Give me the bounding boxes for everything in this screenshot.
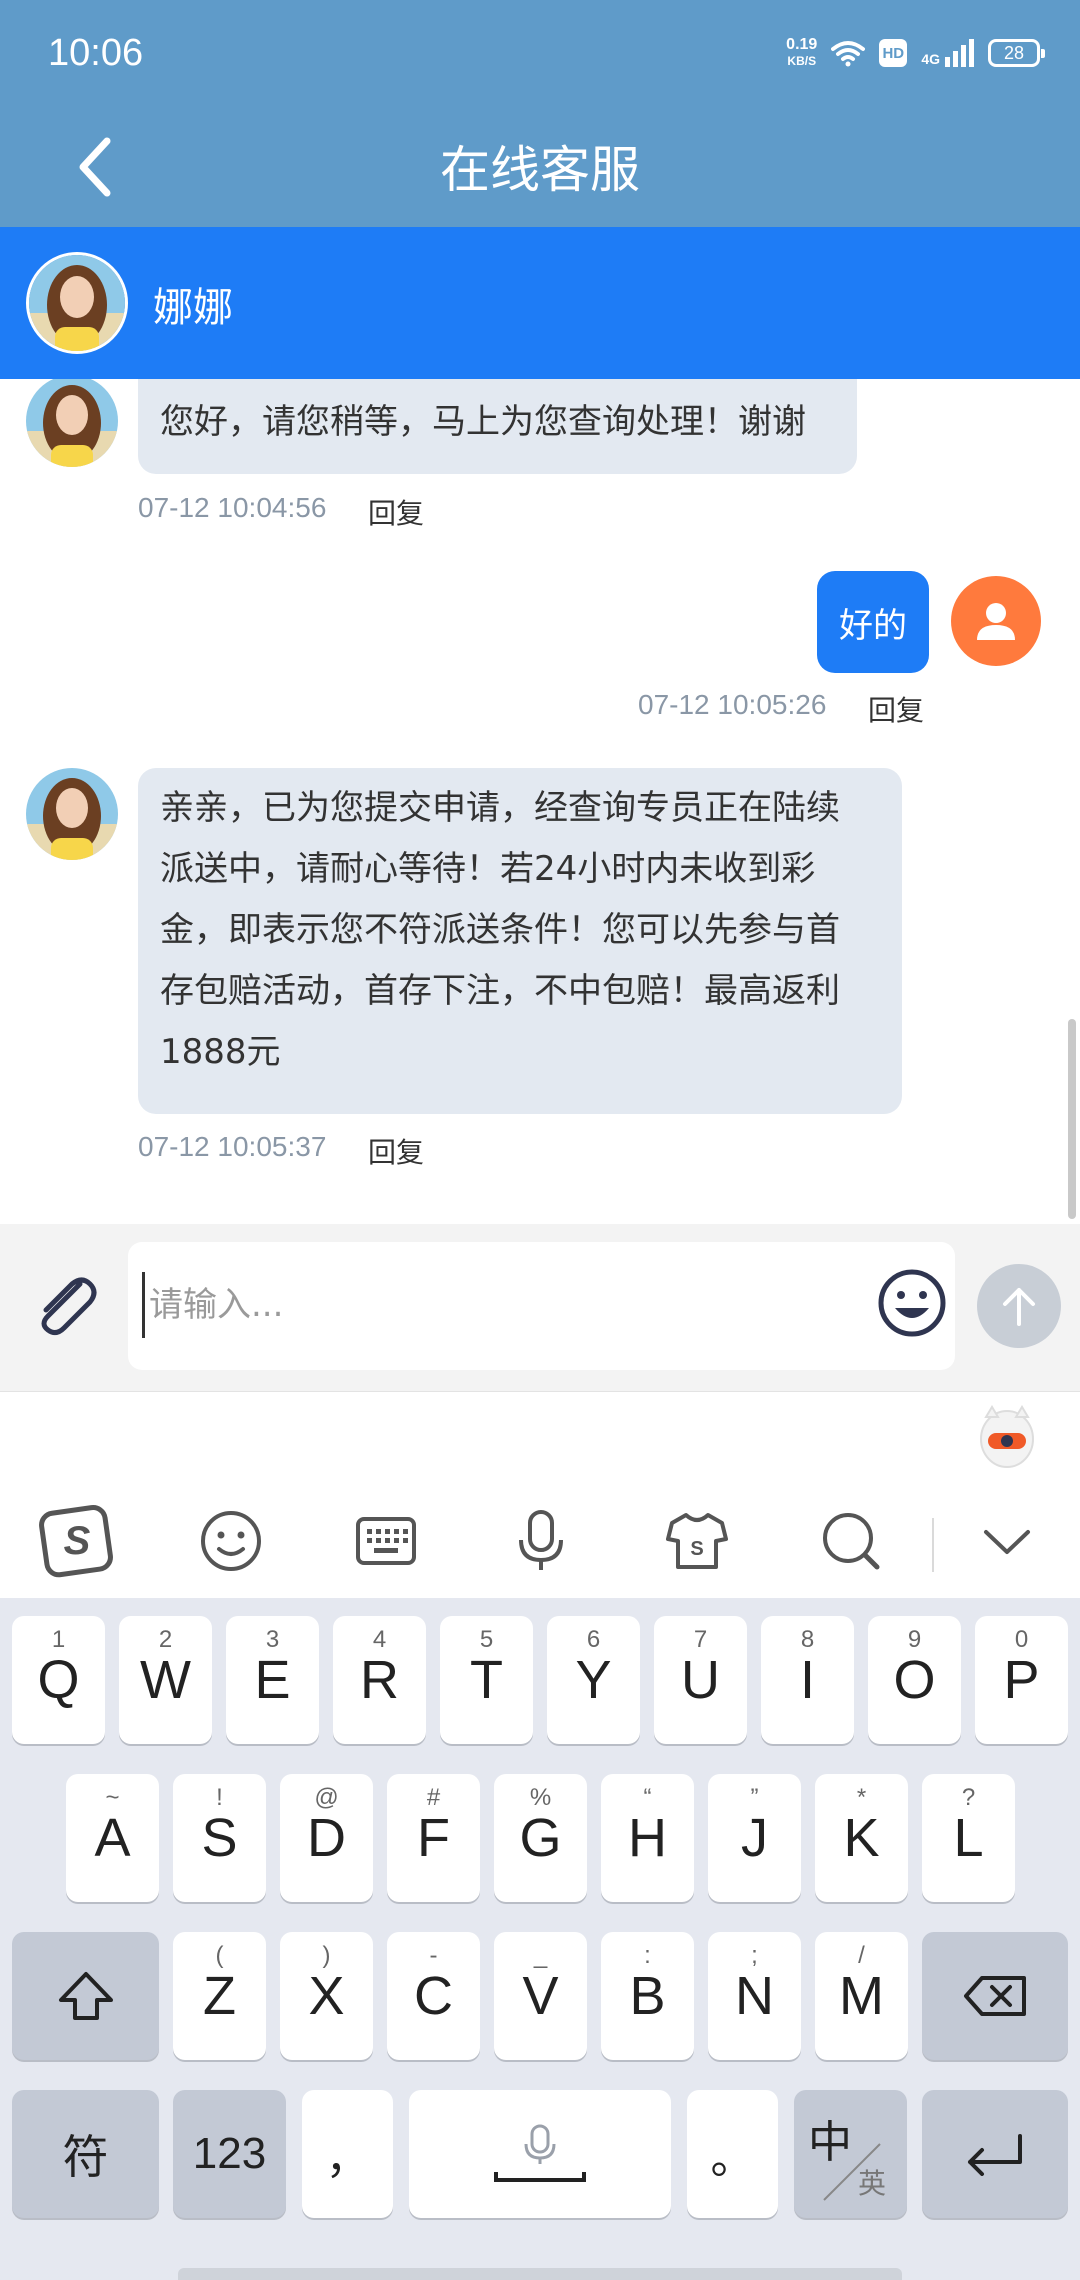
sogou-logo-button[interactable]: S (34, 1498, 120, 1584)
attach-button[interactable] (28, 1268, 104, 1344)
symbols-key[interactable]: 符 (12, 2090, 159, 2218)
message-time: 07-12 10:04:56 (138, 492, 327, 523)
key-r[interactable]: 4R (333, 1616, 426, 1744)
message-time: 07-12 10:05:37 (138, 1131, 327, 1162)
key-d[interactable]: @ D (280, 1774, 373, 1902)
search-icon (823, 1513, 880, 1570)
chat-scrollbar[interactable] (1068, 1019, 1076, 1219)
arrow-up-icon (1003, 1288, 1035, 1326)
keyboard-layout-button[interactable] (343, 1498, 429, 1584)
language-switch-key[interactable]: 中 英 (794, 2090, 907, 2218)
enter-key[interactable] (922, 2090, 1068, 2218)
backspace-icon (964, 1976, 1026, 2016)
message-bubble-user[interactable]: 好的 (817, 571, 929, 673)
paperclip-icon (41, 1277, 97, 1336)
voice-input-button[interactable] (498, 1498, 584, 1584)
svg-text:S: S (690, 1538, 703, 1560)
title-bar: 在线客服 (0, 110, 1080, 227)
agent-bar: 娜娜 (0, 227, 1080, 379)
sogou-logo-icon: S (39, 1505, 113, 1578)
hd-badge: HD (879, 39, 908, 67)
status-icons: 0.19 KB/S HD 4G 28 (786, 36, 1045, 70)
reply-link[interactable]: 回复 (868, 689, 924, 729)
emoji-panel-button[interactable] (188, 1498, 274, 1584)
composer-bar (0, 1224, 1080, 1392)
message-input-box (128, 1242, 955, 1370)
smiley-icon (201, 1511, 261, 1571)
message-time: 07-12 10:05:26 (638, 689, 827, 720)
keyboard: 1Q 2W 3E 4R 5T 6Y 7U 8I 9O 0P ~ A ! S @ D #… (0, 1598, 1080, 2280)
key-z[interactable]: (Z (173, 1932, 266, 2060)
key-m[interactable]: / M (815, 1932, 908, 2060)
status-bar: 10:06 0.19 KB/S HD 4G 28 (0, 0, 1080, 110)
reply-link[interactable]: 回复 (368, 1131, 424, 1171)
status-time: 10:06 (48, 32, 144, 74)
signal-indicator: 4G (921, 39, 974, 67)
period-key[interactable]: 。 (687, 2090, 778, 2218)
user-icon (977, 603, 1015, 640)
home-indicator (178, 2268, 902, 2280)
skin-button[interactable]: S (654, 1498, 740, 1584)
shift-key[interactable] (12, 1932, 159, 2060)
send-button[interactable] (977, 1264, 1061, 1348)
key-a[interactable]: ~ A (66, 1774, 159, 1902)
agent-avatar (26, 252, 128, 354)
key-v[interactable]: _ V (494, 1932, 587, 2060)
key-c[interactable]: -C (387, 1932, 480, 2060)
agent-message-avatar (26, 768, 118, 860)
toolbar-divider (932, 1518, 934, 1572)
tshirt-icon: S (666, 1513, 728, 1569)
microphone-icon (494, 2124, 586, 2182)
numbers-key[interactable]: 123 (173, 2090, 286, 2218)
battery-indicator: 28 (988, 39, 1045, 67)
shift-arrow-icon (58, 1972, 113, 2020)
search-button[interactable] (808, 1498, 894, 1584)
message-bubble[interactable]: 亲亲，已为您提交申请，经查询专员正在陆续 派送中，请耐心等待！若24小时内未收到… (138, 768, 902, 1114)
comma-key[interactable]: ， (302, 2090, 393, 2218)
chevron-down-icon (984, 1530, 1030, 1554)
keyboard-toolbar: S S (0, 1488, 1080, 1598)
user-avatar (951, 576, 1041, 666)
emoji-button[interactable] (877, 1268, 947, 1338)
key-h[interactable]: “H (601, 1774, 694, 1902)
enter-icon (968, 2134, 1022, 2176)
key-n[interactable]: ; N (708, 1932, 801, 2060)
key-p[interactable]: 0P (975, 1616, 1068, 1744)
key-f[interactable]: # F (387, 1774, 480, 1902)
svg-text:S: S (64, 1519, 91, 1563)
backspace-key[interactable] (922, 1932, 1068, 2060)
page-title: 在线客服 (440, 141, 640, 199)
keyboard-toolbar-area: S S (0, 1393, 1080, 1598)
chat-messages[interactable]: 您好，请您稍等，马上为您查询处理！谢谢 07-12 10:04:56 回复 好的… (0, 379, 1080, 1224)
key-o[interactable]: 9O (868, 1616, 961, 1744)
message-bubble[interactable]: 您好，请您稍等，马上为您查询处理！谢谢 (138, 379, 857, 474)
key-q[interactable]: 1Q (12, 1616, 105, 1744)
key-t[interactable]: 5T (440, 1616, 533, 1744)
space-key[interactable] (409, 2090, 671, 2218)
key-b[interactable]: :B (601, 1932, 694, 2060)
reply-link[interactable]: 回复 (368, 492, 424, 532)
smiley-icon (878, 1269, 946, 1337)
keyboard-mascot-icon[interactable] (978, 1403, 1036, 1469)
network-speed: 0.19 KB/S (786, 36, 818, 68)
message-input[interactable] (142, 1272, 842, 1338)
key-j[interactable]: ” J (708, 1774, 801, 1902)
microphone-icon (519, 1510, 563, 1570)
key-y[interactable]: 6Y (547, 1616, 640, 1744)
key-s[interactable]: ! S (173, 1774, 266, 1902)
key-u[interactable]: 7U (654, 1616, 747, 1744)
wifi-icon (831, 41, 866, 67)
key-e[interactable]: 3E (226, 1616, 319, 1744)
key-g[interactable]: % G (494, 1774, 587, 1902)
key-l[interactable]: ? L (922, 1774, 1015, 1902)
slash-icon (823, 2143, 881, 2201)
agent-message-avatar (26, 379, 118, 467)
key-i[interactable]: 8I (761, 1616, 854, 1744)
key-x[interactable]: ) X (280, 1932, 373, 2060)
key-k[interactable]: * K (815, 1774, 908, 1902)
key-w[interactable]: 2W (119, 1616, 212, 1744)
keyboard-icon (356, 1517, 416, 1565)
hide-keyboard-button[interactable] (964, 1498, 1050, 1584)
agent-name: 娜娜 (153, 285, 233, 331)
